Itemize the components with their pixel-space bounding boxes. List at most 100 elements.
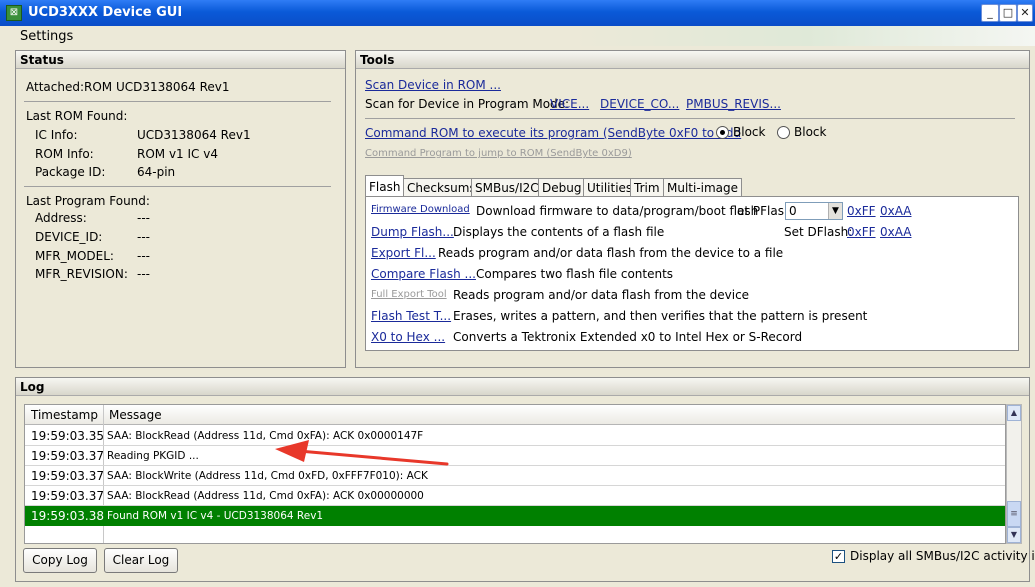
flash-test-link[interactable]: Flash Test T...: [371, 309, 451, 323]
tab-smbus-i2c[interactable]: SMBus/I2C: [471, 178, 543, 197]
pflash-0xff-link[interactable]: 0xFF: [847, 204, 876, 218]
log-scrollbar[interactable]: ▲ ≡ ▼: [1006, 404, 1022, 544]
log-timestamp: 19:59:03.38: [31, 509, 104, 523]
x0-to-hex-desc: Converts a Tektronix Extended x0 to Inte…: [453, 330, 803, 344]
tools-panel: Tools Scan Device in ROM ... Scan for De…: [355, 50, 1030, 368]
log-grid-header: Timestamp Message: [25, 405, 1005, 425]
full-export-desc: Reads program and/or data flash from the…: [453, 288, 750, 302]
firmware-download-desc: Download firmware to data/program/boot f…: [476, 204, 759, 218]
block-radio-label-1: Block: [733, 125, 766, 139]
export-flash-link[interactable]: Export Fl...: [371, 246, 436, 260]
app-icon: ⊠: [6, 5, 22, 21]
dump-flash-desc: Displays the contents of a flash file: [453, 225, 665, 239]
dflash-0xff-link[interactable]: 0xFF: [847, 225, 876, 239]
dflash-0xaa-link[interactable]: 0xAA: [880, 225, 912, 239]
close-button[interactable]: ✕: [1017, 4, 1033, 22]
scan-program-label: Scan for Device in Program Mode:: [365, 97, 570, 111]
window-title: UCD3XXX Device GUI: [28, 5, 183, 20]
tool-tabs: Flash Checksums SMBus/I2C Debug Utilitie…: [365, 175, 1015, 198]
clear-log-button[interactable]: Clear Log: [104, 548, 178, 573]
log-row[interactable]: 19:59:03.35 SAA: BlockRead (Address 11d,…: [25, 426, 1005, 446]
command-program-link[interactable]: Command Program to jump to ROM (SendByte…: [365, 148, 632, 159]
grip-icon: ≡: [1010, 509, 1018, 519]
copy-log-button[interactable]: Copy Log: [23, 548, 97, 573]
export-flash-desc: Reads program and/or data flash from the…: [438, 246, 784, 260]
divider: [365, 118, 1015, 119]
log-message: SAA: BlockRead (Address 11d, Cmd 0xFA): …: [107, 490, 424, 502]
log-timestamp: 19:59:03.37: [31, 449, 104, 463]
log-row-selected[interactable]: 19:59:03.38 Found ROM v1 IC v4 - UCD3138…: [25, 506, 1005, 526]
block-radio-unselected[interactable]: [777, 126, 790, 139]
rom-info-value: ROM v1 IC v4: [137, 147, 218, 161]
rom-info-label: ROM Info:: [35, 147, 94, 161]
pflash-select-value: 0: [789, 204, 797, 218]
tab-debug[interactable]: Debug: [538, 178, 586, 197]
status-header: Status: [16, 51, 345, 69]
log-row[interactable]: 19:59:03.37 SAA: BlockRead (Address 11d,…: [25, 486, 1005, 506]
minimize-button[interactable]: _: [981, 4, 999, 22]
last-program-found-label: Last Program Found:: [26, 194, 150, 208]
log-timestamp: 19:59:03.37: [31, 489, 104, 503]
address-label: Address:: [35, 211, 87, 225]
column-message[interactable]: Message: [109, 408, 162, 422]
mfr-model-label: MFR_MODEL:: [35, 249, 114, 263]
block-radio-selected[interactable]: [716, 126, 729, 139]
address-value: ---: [137, 211, 150, 225]
flash-tab-body: Firmware Download Download firmware to d…: [365, 196, 1019, 351]
divider: [24, 101, 331, 102]
tools-header: Tools: [356, 51, 1029, 69]
chevron-down-icon[interactable]: ▼: [828, 203, 842, 219]
menu-bar: Settings: [0, 26, 1035, 46]
compare-flash-link[interactable]: Compare Flash ...: [371, 267, 476, 281]
scan-rom-link[interactable]: Scan Device in ROM ...: [365, 78, 501, 92]
tab-utilities[interactable]: Utilities: [583, 178, 637, 197]
status-panel: Status Attached:ROM UCD3138064 Rev1 Last…: [15, 50, 346, 368]
pflash-select[interactable]: 0 ▼: [785, 202, 843, 220]
x0-to-hex-link[interactable]: X0 to Hex ...: [371, 330, 445, 344]
mfr-revision-label: MFR_REVISION:: [35, 267, 128, 281]
tab-multi-image[interactable]: Multi-image: [663, 178, 743, 197]
command-rom-link[interactable]: Command ROM to execute its program (Send…: [365, 126, 741, 140]
tab-checksums[interactable]: Checksums: [403, 178, 480, 197]
block-radio-label-2: Block: [794, 125, 827, 139]
mfr-model-value: ---: [137, 249, 150, 263]
pflash-0xaa-link[interactable]: 0xAA: [880, 204, 912, 218]
ic-info-label: IC Info:: [35, 128, 78, 142]
divider: [24, 186, 331, 187]
column-timestamp[interactable]: Timestamp: [31, 408, 98, 422]
scan-vice-link[interactable]: VICE...: [550, 97, 589, 111]
firmware-download-link[interactable]: Firmware Download: [371, 204, 470, 215]
tab-flash[interactable]: Flash: [365, 175, 405, 197]
package-id-label: Package ID:: [35, 165, 106, 179]
ic-info-value: UCD3138064 Rev1: [137, 128, 251, 142]
scroll-thumb[interactable]: ≡: [1007, 501, 1021, 527]
device-id-value: ---: [137, 230, 150, 244]
scroll-down-icon[interactable]: ▼: [1007, 527, 1021, 543]
log-row[interactable]: 19:59:03.37 SAA: BlockWrite (Address 11d…: [25, 466, 1005, 486]
mfr-revision-value: ---: [137, 267, 150, 281]
flash-test-desc: Erases, writes a pattern, and then verif…: [453, 309, 868, 323]
scan-pmbus-revis-link[interactable]: PMBUS_REVIS...: [686, 97, 781, 111]
scroll-up-icon[interactable]: ▲: [1007, 405, 1021, 421]
display-all-label: Display all SMBus/I2C activity in: [850, 549, 1035, 563]
tab-trim[interactable]: Trim: [630, 178, 664, 197]
log-timestamp: 19:59:03.37: [31, 469, 104, 483]
annotation-arrow-icon: [275, 440, 449, 466]
display-all-checkbox[interactable]: ✓: [832, 550, 845, 563]
last-rom-found-label: Last ROM Found:: [26, 109, 128, 123]
dump-flash-link[interactable]: Dump Flash...: [371, 225, 454, 239]
compare-flash-desc: Compares two flash file contents: [476, 267, 674, 281]
log-grid[interactable]: Timestamp Message 19:59:03.35 SAA: Block…: [24, 404, 1006, 544]
scan-device-co-link[interactable]: DEVICE_CO...: [600, 97, 679, 111]
menu-settings[interactable]: Settings: [20, 29, 73, 44]
maximize-button[interactable]: □: [999, 4, 1017, 22]
attached-text: Attached:ROM UCD3138064 Rev1: [26, 80, 230, 94]
log-message: Found ROM v1 IC v4 - UCD3138064 Rev1: [107, 510, 324, 522]
log-message: SAA: BlockWrite (Address 11d, Cmd 0xFD, …: [107, 470, 428, 482]
log-timestamp: 19:59:03.35: [31, 429, 104, 443]
log-row[interactable]: 19:59:03.37 Reading PKGID ...: [25, 446, 1005, 466]
title-bar: ⊠ UCD3XXX Device GUI _ □ ✕: [0, 0, 1035, 26]
full-export-tool-link[interactable]: Full Export Tool: [371, 289, 447, 300]
device-id-label: DEVICE_ID:: [35, 230, 103, 244]
log-message: Reading PKGID ...: [107, 450, 199, 462]
